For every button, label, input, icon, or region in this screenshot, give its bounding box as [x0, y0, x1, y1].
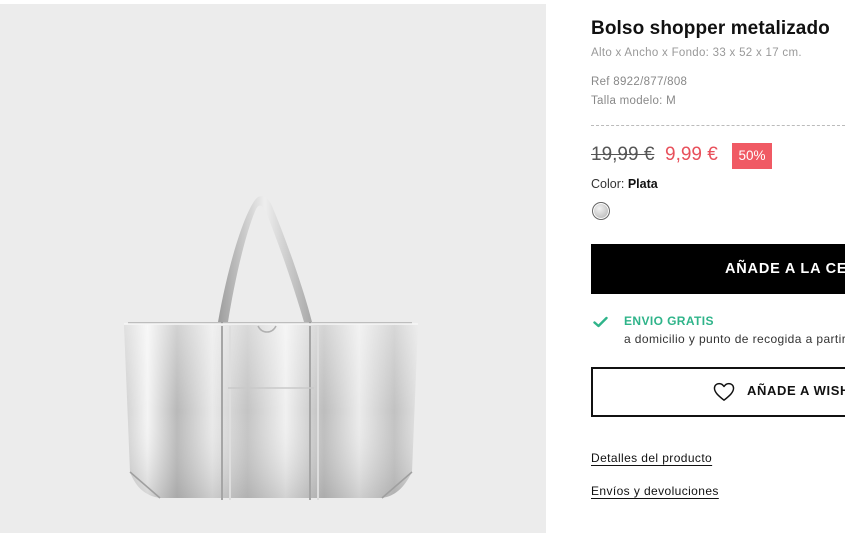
product-dimensions: Alto x Ancho x Fondo: 33 x 52 x 17 cm.	[591, 47, 802, 59]
add-to-wishlist-button[interactable]: AÑADE A WISHLIST	[591, 367, 845, 417]
free-shipping-info: ENVIO GRATIS a domicilio y punto de reco…	[591, 312, 845, 352]
dashed-divider	[591, 125, 845, 126]
product-reference: Ref 8922/877/808	[591, 76, 688, 88]
color-label: Color:	[591, 177, 625, 191]
discount-badge: 50%	[732, 143, 772, 169]
product-image[interactable]	[0, 4, 546, 533]
sale-price: 9,99 €	[665, 144, 718, 165]
shipping-description: a domicilio y punto de recogida a partir…	[624, 332, 845, 346]
shipping-returns-link[interactable]: Envíos y devoluciones	[591, 484, 719, 498]
selected-color-name: Plata	[627, 177, 658, 191]
tote-bag-image	[124, 196, 418, 500]
product-info: Bolso shopper metalizado Alto x Ancho x …	[591, 0, 845, 533]
product-page: Bolso shopper metalizado Alto x Ancho x …	[0, 0, 845, 533]
heart-icon	[713, 382, 735, 401]
add-to-cart-button[interactable]: AÑADE A LA CESTA	[591, 244, 845, 294]
check-icon	[593, 316, 608, 328]
product-details-link[interactable]: Detalles del producto	[591, 451, 712, 465]
color-swatch-plata[interactable]	[592, 202, 610, 220]
wishlist-label: AÑADE A WISHLIST	[747, 383, 845, 398]
old-price: 19,99 €	[591, 144, 655, 165]
shipping-title: ENVIO GRATIS	[624, 314, 714, 328]
product-title: Bolso shopper metalizado	[591, 18, 830, 39]
color-selector-label: Color: Plata	[591, 177, 658, 191]
model-size: Talla modelo: M	[591, 95, 677, 107]
